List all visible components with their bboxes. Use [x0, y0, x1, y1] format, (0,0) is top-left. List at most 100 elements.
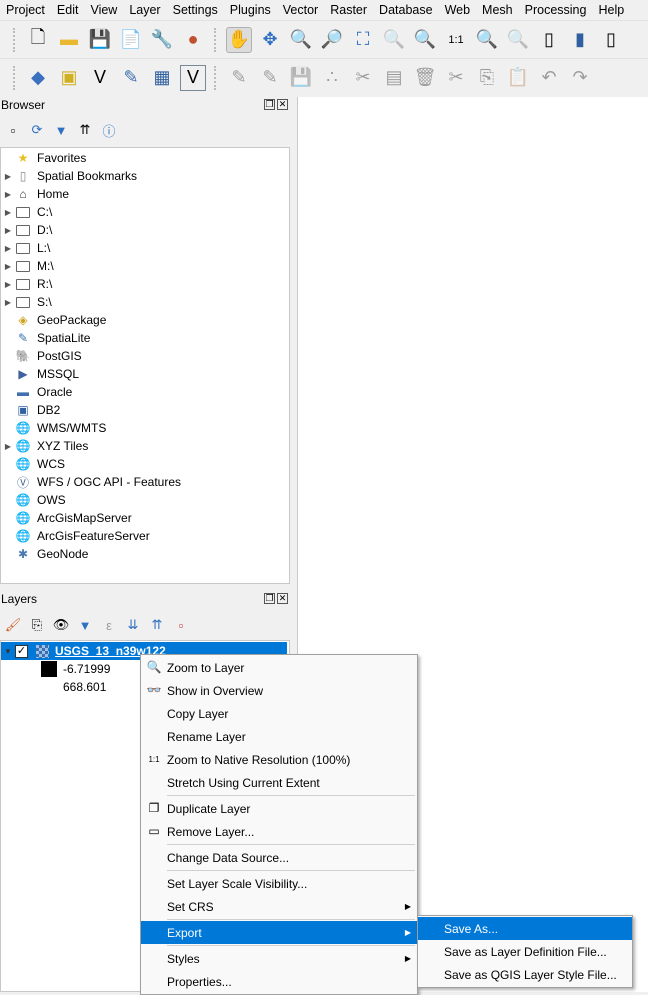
toolbar-grip[interactable]: [214, 27, 218, 52]
browser-item[interactable]: 🌐 ArcGisFeatureServer: [1, 527, 289, 545]
new-geopackage-layer-icon[interactable]: ▣: [56, 65, 82, 91]
remove-layer-icon[interactable]: ▫: [172, 616, 190, 634]
menu-item-copy-layer[interactable]: Copy Layer: [141, 702, 417, 725]
menu-item-properties[interactable]: Properties...: [141, 970, 417, 993]
new-shapefile-layer-icon[interactable]: V: [87, 65, 113, 91]
vertex-tool-icon[interactable]: ✂: [350, 65, 376, 91]
expand-all-icon[interactable]: ⇊: [124, 616, 142, 634]
menu-raster[interactable]: Raster: [324, 0, 373, 19]
expand-arrow-icon[interactable]: ▶: [1, 226, 15, 235]
new-project-icon[interactable]: 🗋: [25, 27, 51, 53]
menu-item-change-data-source[interactable]: Change Data Source...: [141, 846, 417, 869]
toolbar-grip[interactable]: [13, 27, 17, 52]
browser-item[interactable]: ✎ SpatiaLite: [1, 329, 289, 347]
browser-item[interactable]: ✱ GeoNode: [1, 545, 289, 563]
add-layer-icon[interactable]: ▫: [4, 121, 22, 139]
new-print-layout-icon[interactable]: 📄: [118, 27, 144, 53]
layer-visibility-checkbox[interactable]: ✓: [15, 644, 28, 658]
browser-item[interactable]: ▶ L:\: [1, 239, 289, 257]
menu-help[interactable]: Help: [592, 0, 630, 19]
menu-vector[interactable]: Vector: [277, 0, 324, 19]
browser-item[interactable]: 🌐 WMS/WMTS: [1, 419, 289, 437]
float-panel-button[interactable]: ❐: [264, 99, 275, 110]
undo-icon[interactable]: ↶: [536, 65, 562, 91]
menu-item-styles[interactable]: Styles ▶: [141, 947, 417, 970]
browser-item[interactable]: 🐘 PostGIS: [1, 347, 289, 365]
expand-arrow-icon[interactable]: ▶: [1, 244, 15, 253]
menu-database[interactable]: Database: [373, 0, 439, 19]
browser-item[interactable]: ▶ M:\: [1, 257, 289, 275]
expand-arrow-icon[interactable]: ▶: [1, 172, 15, 181]
float-panel-button[interactable]: ❐: [264, 593, 275, 604]
pan-to-selection-icon[interactable]: ✥: [257, 27, 283, 53]
menu-item-remove-layer[interactable]: ▭ Remove Layer...: [141, 820, 417, 843]
pan-icon[interactable]: ✋: [226, 26, 252, 53]
save-project-icon[interactable]: 💾: [87, 27, 113, 53]
new-virtual-layer-icon[interactable]: ▦: [149, 65, 175, 91]
menu-layer[interactable]: Layer: [123, 0, 166, 19]
expand-arrow-icon[interactable]: ▶: [1, 262, 15, 271]
new-bookmark-icon[interactable]: ▮: [567, 27, 593, 53]
style-manager-icon[interactable]: ●: [180, 27, 206, 53]
close-panel-button[interactable]: ✕: [277, 99, 288, 110]
zoom-next-icon[interactable]: 🔍: [505, 27, 531, 53]
menu-item-rename-layer[interactable]: Rename Layer: [141, 725, 417, 748]
paste-features-icon[interactable]: 📋: [505, 65, 531, 91]
menu-processing[interactable]: Processing: [519, 0, 593, 19]
menu-item-zoom-to-layer[interactable]: 🔍 Zoom to Layer: [141, 656, 417, 679]
add-group-icon[interactable]: ⎘: [28, 616, 46, 634]
submenu-item-save-as-layer-definition-file[interactable]: Save as Layer Definition File...: [418, 940, 632, 963]
collapse-all-icon[interactable]: ⇈: [148, 616, 166, 634]
expand-arrow-icon[interactable]: ▶: [1, 280, 15, 289]
browser-item[interactable]: ▶ ⌂ Home: [1, 185, 289, 203]
expand-arrow-icon[interactable]: ▶: [1, 208, 15, 217]
submenu-item-save-as[interactable]: Save As...: [418, 917, 632, 940]
menu-item-export[interactable]: Export ▶: [141, 921, 417, 944]
zoom-in-icon[interactable]: 🔍: [288, 27, 314, 53]
submenu-item-save-as-qgis-layer-style-file[interactable]: Save as QGIS Layer Style File...: [418, 963, 632, 986]
browser-item[interactable]: ▶ R:\: [1, 275, 289, 293]
zoom-out-icon[interactable]: 🔎: [319, 27, 345, 53]
new-vector-tile-icon[interactable]: V: [180, 64, 206, 91]
menu-web[interactable]: Web: [439, 0, 476, 19]
new-map-view-icon[interactable]: ▯: [536, 27, 562, 53]
visibility-icon[interactable]: 👁: [52, 616, 70, 634]
menu-plugins[interactable]: Plugins: [224, 0, 277, 19]
browser-item[interactable]: ▶ MSSQL: [1, 365, 289, 383]
browser-item[interactable]: ▶ S:\: [1, 293, 289, 311]
save-edits-icon[interactable]: 💾: [288, 65, 314, 91]
copy-features-icon[interactable]: ⎘: [474, 65, 500, 91]
menu-settings[interactable]: Settings: [167, 0, 224, 19]
browser-item[interactable]: ▣ DB2: [1, 401, 289, 419]
show-bookmarks-icon[interactable]: ▯: [598, 27, 624, 53]
menu-project[interactable]: Project: [0, 0, 51, 19]
info-icon[interactable]: ⓘ: [100, 121, 118, 139]
collapse-arrow-icon[interactable]: ▼: [1, 647, 15, 656]
zoom-selection-icon[interactable]: 🔍: [381, 27, 407, 53]
menu-mesh[interactable]: Mesh: [476, 0, 519, 19]
current-edits-icon[interactable]: ✎: [226, 65, 252, 91]
browser-item[interactable]: 🌐 WCS: [1, 455, 289, 473]
zoom-native-icon[interactable]: 1:1: [443, 27, 469, 53]
modify-attributes-icon[interactable]: ▤: [381, 65, 407, 91]
data-source-manager-icon[interactable]: ◆: [25, 65, 51, 91]
expand-arrow-icon[interactable]: ▶: [1, 298, 15, 307]
browser-item[interactable]: ★ Favorites: [1, 149, 289, 167]
browser-item[interactable]: ▬ Oracle: [1, 383, 289, 401]
open-project-icon[interactable]: ▬: [56, 27, 82, 53]
browser-item[interactable]: 🌐 OWS: [1, 491, 289, 509]
toggle-editing-icon[interactable]: ✎: [257, 65, 283, 91]
browser-item[interactable]: 🌐 ArcGisMapServer: [1, 509, 289, 527]
collapse-all-icon[interactable]: ⇈: [76, 121, 94, 139]
browser-item[interactable]: ▶ C:\: [1, 203, 289, 221]
close-panel-button[interactable]: ✕: [277, 593, 288, 604]
toolbar-grip[interactable]: [214, 65, 218, 90]
filter-legend-icon[interactable]: ▼: [76, 616, 94, 634]
menu-item-duplicate-layer[interactable]: ❐ Duplicate Layer: [141, 797, 417, 820]
new-spatialite-layer-icon[interactable]: ✎: [118, 65, 144, 91]
style-panel-icon[interactable]: 🖌: [4, 616, 22, 634]
browser-item[interactable]: ▶ ▯ Spatial Bookmarks: [1, 167, 289, 185]
browser-item[interactable]: ▶ 🌐 XYZ Tiles: [1, 437, 289, 455]
menu-item-show-in-overview[interactable]: 👓 Show in Overview: [141, 679, 417, 702]
cut-features-icon[interactable]: ✂: [443, 65, 469, 91]
